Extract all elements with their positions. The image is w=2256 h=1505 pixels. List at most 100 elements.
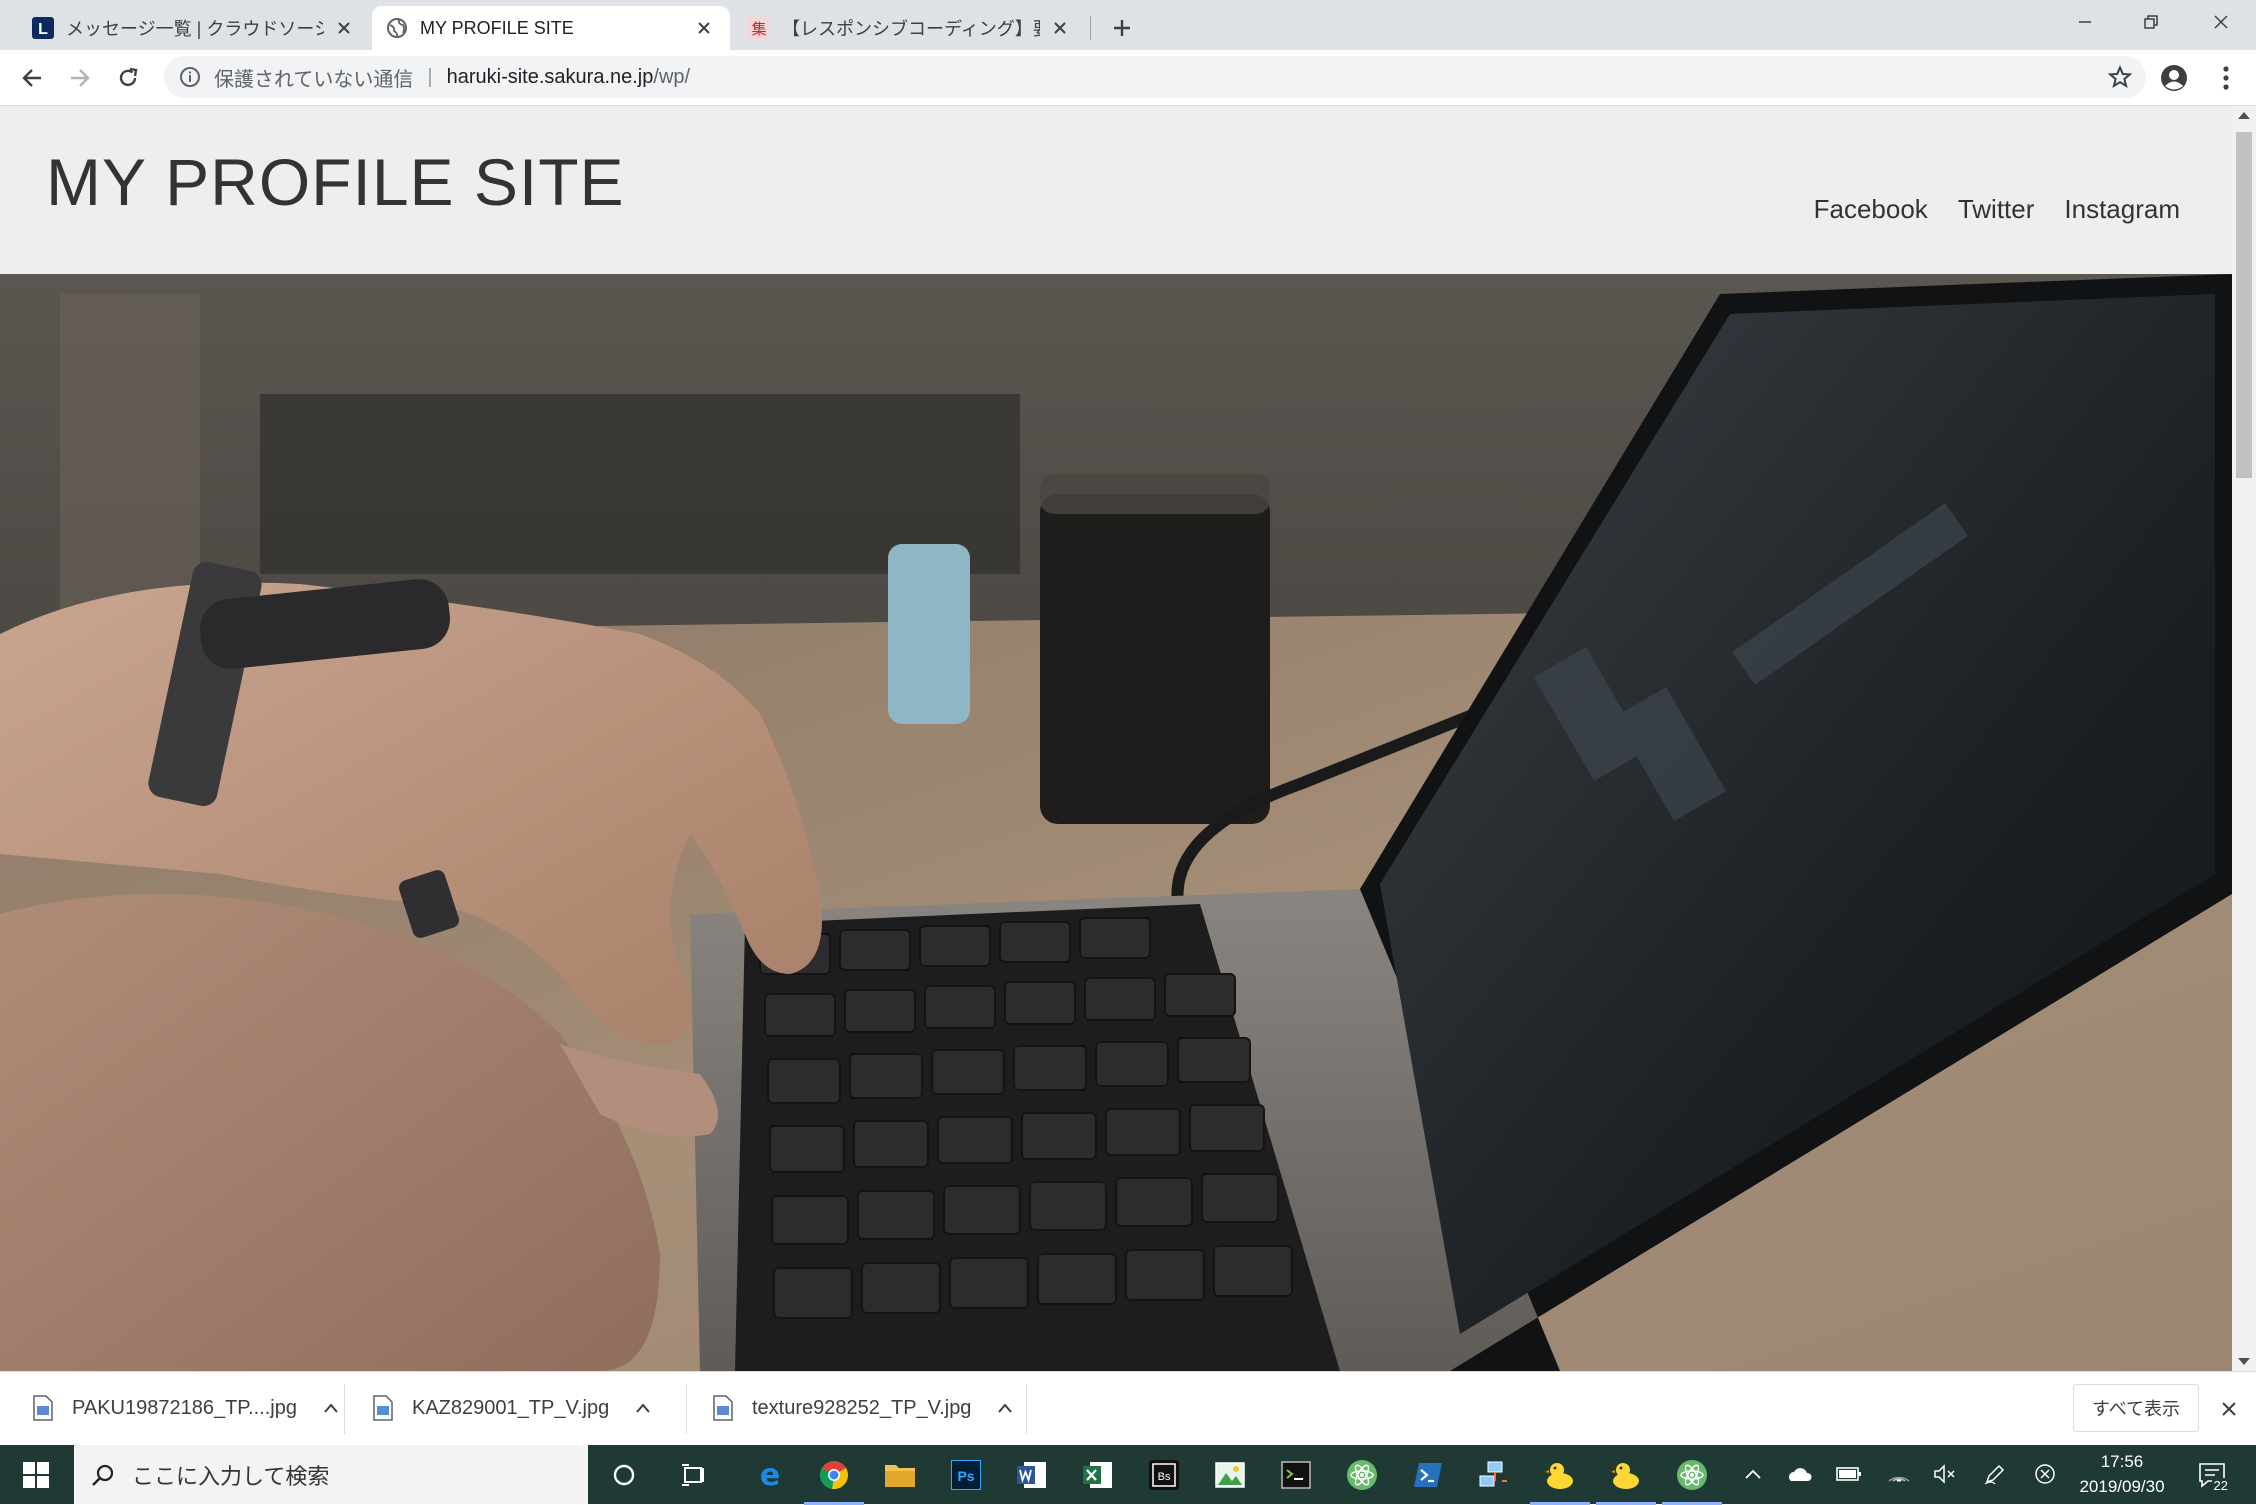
cortana-icon[interactable] bbox=[602, 1453, 646, 1497]
bookmark-star-icon[interactable] bbox=[2106, 63, 2134, 91]
new-tab-button[interactable] bbox=[1106, 12, 1138, 44]
nav-link-twitter[interactable]: Twitter bbox=[1958, 194, 2035, 225]
svg-text:Bs: Bs bbox=[1158, 1471, 1171, 1483]
back-button[interactable] bbox=[14, 60, 50, 96]
word-icon[interactable] bbox=[1010, 1453, 1054, 1497]
page-viewport: MY PROFILE SITE Facebook Twitter Instagr… bbox=[0, 106, 2256, 1371]
profile-avatar-icon[interactable] bbox=[2156, 60, 2192, 96]
close-tab-icon[interactable] bbox=[332, 16, 356, 40]
restore-button[interactable] bbox=[2118, 0, 2184, 44]
site-nav: Facebook Twitter Instagram bbox=[1814, 194, 2180, 225]
status-error-icon[interactable] bbox=[2030, 1459, 2060, 1489]
image-file-icon bbox=[713, 1395, 733, 1421]
download-filename: texture928252_TP_V.jpg bbox=[752, 1396, 972, 1419]
kanji-seal-icon: 集 bbox=[748, 17, 770, 39]
forward-button[interactable] bbox=[62, 60, 98, 96]
network-share-icon[interactable] bbox=[1472, 1453, 1516, 1497]
download-separator bbox=[686, 1384, 687, 1434]
rubber-duck-icon[interactable] bbox=[1596, 1453, 1656, 1505]
task-view-icon[interactable] bbox=[672, 1453, 716, 1497]
action-center-icon[interactable]: 22 bbox=[2190, 1455, 2234, 1495]
onedrive-cloud-icon[interactable] bbox=[1784, 1459, 1814, 1489]
bootstrap-studio-icon[interactable]: Bs bbox=[1142, 1453, 1186, 1497]
image-file-icon bbox=[33, 1395, 53, 1421]
site-header: MY PROFILE SITE Facebook Twitter Instagr… bbox=[0, 106, 2232, 274]
notification-count-badge: 22 bbox=[2211, 1478, 2230, 1493]
reload-button[interactable] bbox=[110, 60, 146, 96]
tab-my-profile-site[interactable]: MY PROFILE SITE bbox=[372, 6, 730, 50]
taskbar-search-placeholder: ここに入力して検索 bbox=[132, 1463, 330, 1489]
menu-kebab-icon[interactable] bbox=[2208, 60, 2244, 96]
browser-toolbar: 保護されていない通信 | haruki-site.sakura.ne.jp/wp… bbox=[0, 50, 2256, 106]
wifi-icon[interactable] bbox=[1884, 1459, 1914, 1489]
page-scrollbar[interactable] bbox=[2232, 106, 2256, 1371]
windows-taskbar: ここに入力して検索 e Ps Bs 17:56 2019/09/30 22 bbox=[0, 1445, 2256, 1505]
tab-separator bbox=[1090, 16, 1091, 40]
close-tab-icon[interactable] bbox=[692, 16, 716, 40]
nav-link-instagram[interactable]: Instagram bbox=[2064, 194, 2180, 225]
chrome-icon[interactable] bbox=[804, 1453, 864, 1505]
close-tab-icon[interactable] bbox=[1048, 16, 1072, 40]
url-path: /wp/ bbox=[653, 65, 691, 88]
security-label: 保護されていない通信 bbox=[214, 68, 414, 91]
show-all-downloads-button[interactable]: すべて表示 bbox=[2073, 1384, 2199, 1432]
image-file-icon bbox=[373, 1395, 393, 1421]
globe-icon bbox=[386, 17, 408, 39]
rubber-duck-icon[interactable] bbox=[1530, 1453, 1590, 1505]
chevron-up-icon[interactable] bbox=[319, 1396, 343, 1420]
minimize-button[interactable] bbox=[2052, 0, 2118, 44]
chevron-up-icon[interactable] bbox=[993, 1396, 1017, 1420]
hero-image bbox=[0, 274, 2232, 1371]
scroll-down-arrow-icon[interactable] bbox=[2238, 1358, 2250, 1365]
info-icon[interactable] bbox=[176, 63, 204, 91]
download-item[interactable]: KAZ829001_TP_V.jpg bbox=[372, 1372, 655, 1444]
terminal-icon[interactable] bbox=[1274, 1453, 1318, 1497]
scroll-up-arrow-icon[interactable] bbox=[2238, 112, 2250, 119]
tab-lancers[interactable]: L メッセージ一覧 | クラウドソーシング「ラ bbox=[18, 6, 370, 50]
tab-title: メッセージ一覧 | クラウドソーシング「ラ bbox=[66, 19, 324, 39]
scroll-thumb[interactable] bbox=[2236, 132, 2252, 478]
nav-link-facebook[interactable]: Facebook bbox=[1814, 194, 1928, 225]
address-bar[interactable]: 保護されていない通信 | haruki-site.sakura.ne.jp/wp… bbox=[164, 56, 2146, 98]
powershell-icon[interactable] bbox=[1406, 1453, 1450, 1497]
clock-date: 2019/09/30 bbox=[2079, 1477, 2165, 1496]
show-hidden-icons-chevron-icon[interactable] bbox=[1738, 1459, 1768, 1489]
download-bar: PAKU19872186_TP....jpg KAZ829001_TP_V.jp… bbox=[0, 1371, 2256, 1445]
atom-editor-icon[interactable] bbox=[1340, 1453, 1384, 1497]
download-filename: KAZ829001_TP_V.jpg bbox=[412, 1396, 610, 1419]
svg-text:集: 集 bbox=[751, 20, 766, 38]
url-host: haruki-site.sakura.ne.jp bbox=[446, 65, 654, 88]
file-explorer-icon[interactable] bbox=[878, 1453, 922, 1497]
taskbar-clock[interactable]: 17:56 2019/09/30 bbox=[2060, 1449, 2184, 1499]
svg-text:e: e bbox=[760, 1460, 780, 1490]
close-window-button[interactable] bbox=[2188, 0, 2254, 44]
close-download-bar-icon[interactable] bbox=[2214, 1394, 2244, 1424]
battery-icon[interactable] bbox=[1834, 1459, 1864, 1489]
download-filename: PAKU19872186_TP....jpg bbox=[72, 1396, 297, 1419]
chevron-up-icon[interactable] bbox=[631, 1396, 655, 1420]
excel-icon[interactable] bbox=[1076, 1453, 1120, 1497]
download-item[interactable]: texture928252_TP_V.jpg bbox=[712, 1372, 1017, 1444]
volume-muted-icon[interactable] bbox=[1930, 1459, 1960, 1489]
svg-text:L: L bbox=[38, 21, 48, 38]
pen-workspace-icon[interactable] bbox=[1980, 1459, 2010, 1489]
address-divider: | bbox=[427, 65, 433, 88]
tab-responsive-coding[interactable]: 集 【レスポンシブコーディング】要素の横幅 bbox=[734, 6, 1086, 50]
tab-title: 【レスポンシブコーディング】要素の横幅 bbox=[782, 19, 1040, 39]
lancers-l-icon: L bbox=[32, 17, 54, 39]
taskbar-search-box[interactable]: ここに入力して検索 bbox=[74, 1445, 588, 1504]
tab-strip: L メッセージ一覧 | クラウドソーシング「ラ MY PROFILE SITE … bbox=[0, 0, 2256, 50]
atom-editor-icon[interactable] bbox=[1662, 1453, 1722, 1505]
svg-text:Ps: Ps bbox=[957, 1468, 974, 1484]
windows-start-icon[interactable] bbox=[0, 1445, 72, 1504]
download-item[interactable]: PAKU19872186_TP....jpg bbox=[32, 1372, 343, 1444]
image-viewer-icon[interactable] bbox=[1208, 1453, 1252, 1497]
download-separator bbox=[344, 1384, 345, 1434]
tab-title: MY PROFILE SITE bbox=[420, 17, 574, 38]
search-icon bbox=[88, 1460, 118, 1490]
clock-time: 17:56 bbox=[2100, 1452, 2144, 1471]
edge-browser-icon[interactable]: e bbox=[748, 1453, 792, 1497]
site-title[interactable]: MY PROFILE SITE bbox=[46, 144, 625, 220]
photoshop-icon[interactable]: Ps bbox=[944, 1453, 988, 1497]
download-separator bbox=[1026, 1384, 1027, 1434]
